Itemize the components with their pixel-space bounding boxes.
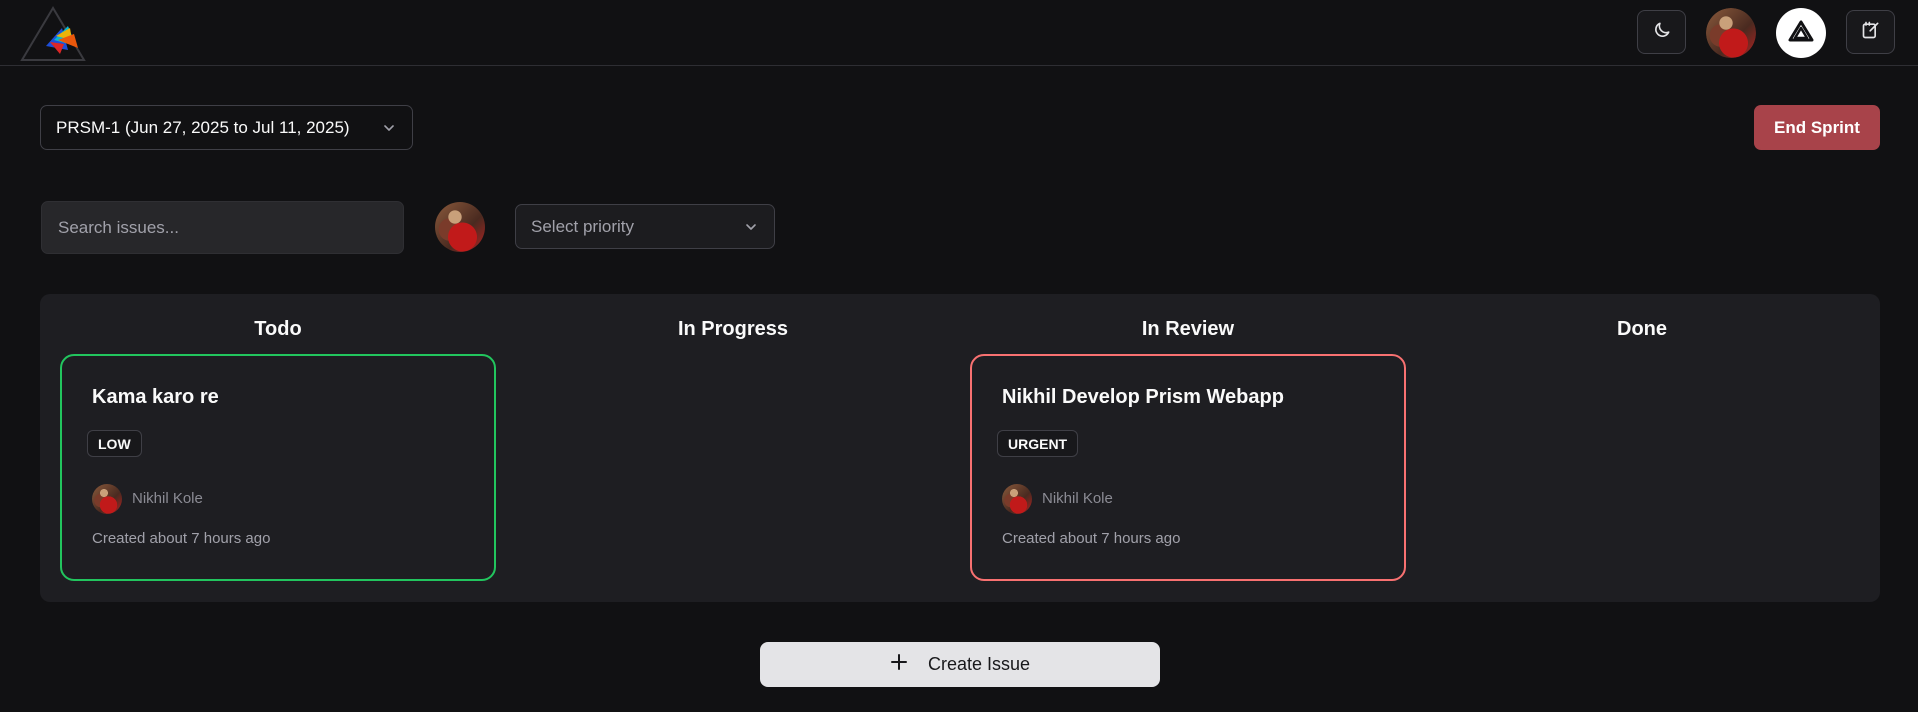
assignee-name: Nikhil Kole bbox=[1042, 490, 1113, 507]
created-time: Created about 7 hours ago bbox=[92, 530, 271, 547]
sprint-select-value: PRSM-1 (Jun 27, 2025 to Jul 11, 2025) bbox=[56, 117, 350, 137]
brand-button[interactable] bbox=[1776, 8, 1826, 58]
column-title-in-progress: In Progress bbox=[677, 318, 789, 340]
moon-icon bbox=[1652, 20, 1672, 45]
assignee-filter-avatar[interactable] bbox=[435, 202, 485, 252]
priority-select[interactable]: Select priority bbox=[515, 204, 775, 249]
search-input[interactable] bbox=[41, 201, 404, 254]
triangle-logo-icon bbox=[1788, 20, 1814, 47]
chevron-down-icon bbox=[744, 219, 758, 239]
created-time: Created about 7 hours ago bbox=[1002, 530, 1181, 547]
create-issue-label: Create Issue bbox=[927, 654, 1031, 674]
theme-toggle-button[interactable] bbox=[1637, 10, 1686, 54]
issue-card[interactable]: Nikhil Develop Prism Webapp URGENT Nikhi… bbox=[970, 354, 1406, 581]
end-sprint-button[interactable]: End Sprint bbox=[1754, 105, 1880, 150]
issue-card[interactable]: Kama karo re LOW Nikhil Kole Created abo… bbox=[60, 354, 496, 581]
priority-badge: URGENT bbox=[997, 430, 1079, 457]
column-title-in-review: In Review bbox=[1141, 318, 1235, 340]
issue-title: Kama karo re bbox=[92, 386, 219, 408]
user-avatar[interactable] bbox=[1706, 8, 1756, 58]
create-issue-button[interactable]: Create Issue bbox=[760, 642, 1160, 687]
assignee-avatar bbox=[1002, 484, 1032, 514]
column-title-done: Done bbox=[1617, 318, 1667, 340]
kanban-board: Todo In Progress In Review Done Kama kar… bbox=[40, 294, 1880, 602]
sprint-select[interactable]: PRSM-1 (Jun 27, 2025 to Jul 11, 2025) bbox=[40, 105, 413, 150]
plus-icon bbox=[890, 653, 908, 676]
top-header bbox=[0, 0, 1918, 66]
new-note-button[interactable] bbox=[1846, 10, 1895, 54]
priority-select-placeholder: Select priority bbox=[531, 216, 634, 236]
chevron-down-icon bbox=[382, 120, 396, 140]
column-title-todo: Todo bbox=[254, 318, 302, 340]
priority-badge: LOW bbox=[87, 430, 142, 457]
edit-note-icon bbox=[1861, 20, 1881, 45]
assignee-name: Nikhil Kole bbox=[132, 490, 203, 507]
assignee-avatar bbox=[92, 484, 122, 514]
issue-title: Nikhil Develop Prism Webapp bbox=[1002, 386, 1284, 408]
prism-logo-icon[interactable] bbox=[20, 6, 86, 62]
